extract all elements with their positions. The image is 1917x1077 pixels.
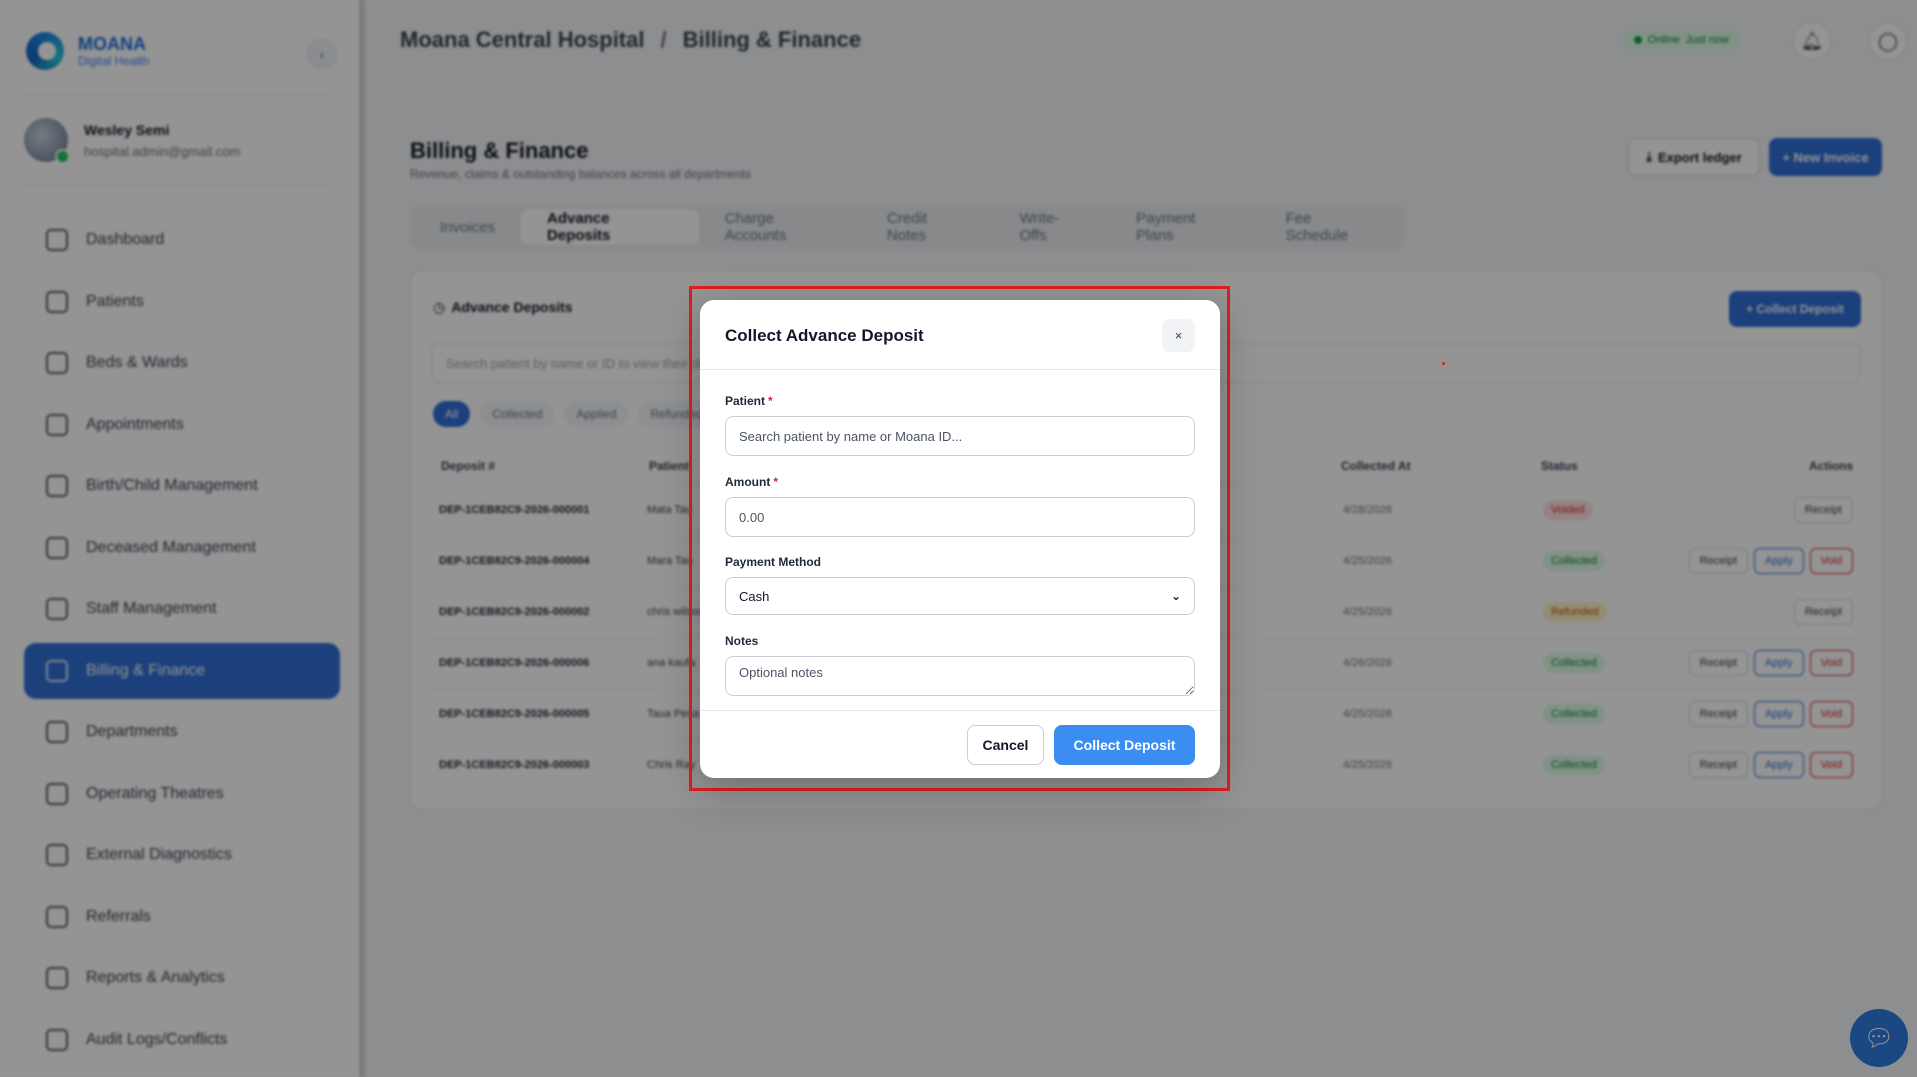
- collect-deposit-submit-button[interactable]: Collect Deposit: [1054, 725, 1195, 765]
- close-button[interactable]: ×: [1162, 319, 1195, 352]
- patient-search-input[interactable]: [725, 416, 1195, 456]
- amount-label: Amount *: [725, 475, 1195, 489]
- amount-input[interactable]: [725, 497, 1195, 537]
- dialog-footer: Cancel Collect Deposit: [700, 710, 1220, 778]
- payment-method-value: Cash: [739, 588, 770, 604]
- patient-field-group: Patient *: [725, 394, 1195, 456]
- close-icon: ×: [1174, 328, 1183, 343]
- notes-label: Notes: [725, 634, 759, 648]
- dialog-body: Patient* Amount* Payment Method Cash ⌄ N…: [700, 394, 1220, 701]
- dialog-title: Collect Advance Deposit: [725, 326, 924, 345]
- patient-label-text: Patient: [725, 394, 766, 408]
- amount-field-group: Amount *: [725, 475, 1195, 537]
- chevron-down-icon: ⌄: [1170, 589, 1181, 603]
- amount-label-text: Amount: [725, 475, 771, 489]
- notes-field-group: Notes: [725, 634, 1195, 701]
- payment-method-label: Payment Method: [725, 555, 822, 569]
- required-marker: *: [768, 394, 773, 408]
- payment-method-select[interactable]: Cash ⌄: [725, 577, 1195, 615]
- collect-deposit-dialog: Collect Advance Deposit × Patient* Amoun…: [700, 300, 1220, 778]
- cancel-button[interactable]: Cancel: [967, 725, 1044, 765]
- dialog-header: Collect Advance Deposit ×: [700, 300, 1220, 370]
- patient-label: Patient *: [725, 394, 1195, 408]
- required-marker: *: [773, 475, 778, 489]
- cursor-marker: [1442, 362, 1445, 365]
- notes-textarea[interactable]: [725, 656, 1195, 696]
- payment-method-field-group: Payment Method Cash ⌄: [725, 555, 1195, 615]
